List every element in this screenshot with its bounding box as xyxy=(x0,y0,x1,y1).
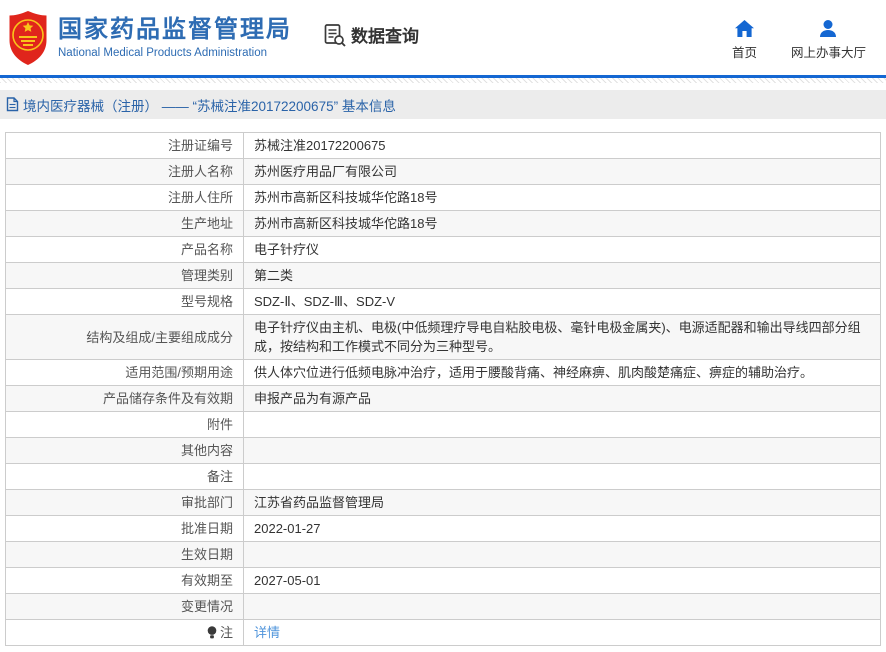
row-label: 结构及组成/主要组成成分 xyxy=(86,329,233,345)
row-label: 注册人住所 xyxy=(167,190,233,205)
row-label: 适用范围/预期用途 xyxy=(125,365,233,380)
row-value: 第二类 xyxy=(243,262,881,289)
row-label-cell: 生效日期 xyxy=(5,541,244,568)
nav-home[interactable]: 首页 xyxy=(732,20,757,61)
row-label: 有效期至 xyxy=(180,573,233,588)
nav-data-query[interactable]: 数据查询 xyxy=(324,22,419,47)
table-row: 结构及组成/主要组成成分 电子针疗仪由主机、电极(中低频理疗导电自粘胶电极、毫针电… xyxy=(5,314,881,360)
details-link[interactable]: 详情 xyxy=(254,625,280,640)
row-label: 变更情况 xyxy=(180,599,233,614)
table-row: 备注 xyxy=(5,463,881,490)
row-label-cell: 产品名称 xyxy=(5,236,244,263)
info-table: 注册证编号 苏械注准20172200675 注册人名称 苏州医疗用品厂有限公司 注册人住… xyxy=(5,132,881,646)
table-row: 生产地址 苏州市高新区科技城华佗路18号 xyxy=(5,210,881,237)
data-query-label: 数据查询 xyxy=(351,27,419,46)
site-header: 国家药品监督管理局 National Medical Products Admi… xyxy=(0,0,886,78)
row-value: 申报产品为有源产品 xyxy=(243,385,881,412)
table-row: 注册人名称 苏州医疗用品厂有限公司 xyxy=(5,158,881,185)
row-value: 苏械注准20172200675 xyxy=(243,132,881,159)
table-row: 审批部门 江苏省药品监督管理局 xyxy=(5,489,881,516)
row-label: 型号规格 xyxy=(180,294,233,309)
user-icon xyxy=(820,20,837,37)
home-icon xyxy=(734,20,754,37)
table-row: 产品储存条件及有效期 申报产品为有源产品 xyxy=(5,385,881,412)
table-row: 附件 xyxy=(5,411,881,438)
row-value xyxy=(243,463,881,490)
table-row: 注册证编号 苏械注准20172200675 xyxy=(5,132,881,159)
org-titles: 国家药品监督管理局 National Medical Products Admi… xyxy=(58,16,292,59)
row-label-cell: 注 xyxy=(5,619,244,646)
row-label: 附件 xyxy=(206,417,233,432)
row-label: 注册人名称 xyxy=(167,164,233,179)
row-value xyxy=(243,541,881,568)
nav-online-hall[interactable]: 网上办事大厅 xyxy=(791,20,866,61)
row-label: 生产地址 xyxy=(180,216,233,231)
row-label: 批准日期 xyxy=(180,521,233,536)
row-value xyxy=(243,593,881,620)
row-label: 备注 xyxy=(206,469,233,484)
row-value: 电子针疗仪由主机、电极(中低频理疗导电自粘胶电极、毫针电极金属夹)、电源适配器和… xyxy=(243,314,881,360)
breadcrumb: 境内医疗器械（注册） —— “苏械注准20172200675” 基本信息 xyxy=(0,90,886,119)
table-row: 变更情况 xyxy=(5,593,881,620)
note-bulb-icon xyxy=(207,626,217,639)
row-label-cell: 型号规格 xyxy=(5,288,244,315)
row-value: 2022-01-27 xyxy=(243,515,881,542)
table-row: 批准日期 2022-01-27 xyxy=(5,515,881,542)
row-label-cell: 注册人名称 xyxy=(5,158,244,185)
row-value-cell: 详情 xyxy=(243,619,881,646)
row-value xyxy=(243,411,881,438)
table-row: 型号规格 SDZ-Ⅱ、SDZ-Ⅲ、SDZ-V xyxy=(5,288,881,315)
row-value: 2027-05-01 xyxy=(243,567,881,594)
top-nav: 首页 网上办事大厅 xyxy=(732,20,866,61)
row-label-cell: 变更情况 xyxy=(5,593,244,620)
row-label-cell: 管理类别 xyxy=(5,262,244,289)
row-label-cell: 产品储存条件及有效期 xyxy=(5,385,244,412)
row-value: 苏州市高新区科技城华佗路18号 xyxy=(243,184,881,211)
row-value: 电子针疗仪 xyxy=(243,236,881,263)
page-title: 境内医疗器械（注册） —— “苏械注准20172200675” 基本信息 xyxy=(23,98,396,114)
site-subtitle: National Medical Products Administration xyxy=(58,47,268,59)
site-title: 国家药品监督管理局 xyxy=(58,16,292,43)
row-label-cell: 生产地址 xyxy=(5,210,244,237)
row-value: SDZ-Ⅱ、SDZ-Ⅲ、SDZ-V xyxy=(243,288,881,315)
table-row: 其他内容 xyxy=(5,437,881,464)
row-label: 产品名称 xyxy=(180,242,233,257)
table-row: 产品名称 电子针疗仪 xyxy=(5,236,881,263)
row-value: 苏州医疗用品厂有限公司 xyxy=(243,158,881,185)
row-label-cell: 有效期至 xyxy=(5,567,244,594)
row-label-cell: 结构及组成/主要组成成分 xyxy=(5,314,244,360)
document-icon xyxy=(6,97,19,112)
nav-home-label: 首页 xyxy=(731,46,757,60)
row-label: 审批部门 xyxy=(180,495,233,510)
row-label: 注册证编号 xyxy=(167,138,233,153)
row-value: 苏州市高新区科技城华佗路18号 xyxy=(243,210,881,237)
row-label: 其他内容 xyxy=(180,443,233,458)
row-label: 生效日期 xyxy=(180,547,233,562)
table-row: 注 详情 xyxy=(5,619,881,646)
table-row: 有效期至 2027-05-01 xyxy=(5,567,881,594)
row-label-cell: 注册人住所 xyxy=(5,184,244,211)
table-row: 管理类别 第二类 xyxy=(5,262,881,289)
row-value xyxy=(243,437,881,464)
nav-online-hall-label: 网上办事大厅 xyxy=(790,46,866,60)
row-label: 管理类别 xyxy=(180,268,233,283)
row-label-cell: 备注 xyxy=(5,463,244,490)
row-value: 江苏省药品监督管理局 xyxy=(243,489,881,516)
row-label-cell: 批准日期 xyxy=(5,515,244,542)
row-label: 注 xyxy=(219,625,233,640)
row-label-cell: 注册证编号 xyxy=(5,132,244,159)
table-row: 生效日期 xyxy=(5,541,881,568)
logo: 国家药品监督管理局 National Medical Products Admi… xyxy=(8,10,292,65)
row-label: 产品储存条件及有效期 xyxy=(102,391,233,406)
row-label-cell: 附件 xyxy=(5,411,244,438)
data-query-icon xyxy=(324,23,346,47)
table-row: 注册人住所 苏州市高新区科技城华佗路18号 xyxy=(5,184,881,211)
row-value: 供人体穴位进行低频电脉冲治疗，适用于腰酸背痛、神经麻痹、肌肉酸楚痛症、痹症的辅助… xyxy=(243,359,881,386)
row-label-cell: 审批部门 xyxy=(5,489,244,516)
national-emblem-icon xyxy=(9,10,47,65)
table-row: 适用范围/预期用途 供人体穴位进行低频电脉冲治疗，适用于腰酸背痛、神经麻痹、肌肉酸… xyxy=(5,359,881,386)
row-label-cell: 其他内容 xyxy=(5,437,244,464)
row-label-cell: 适用范围/预期用途 xyxy=(5,359,244,386)
